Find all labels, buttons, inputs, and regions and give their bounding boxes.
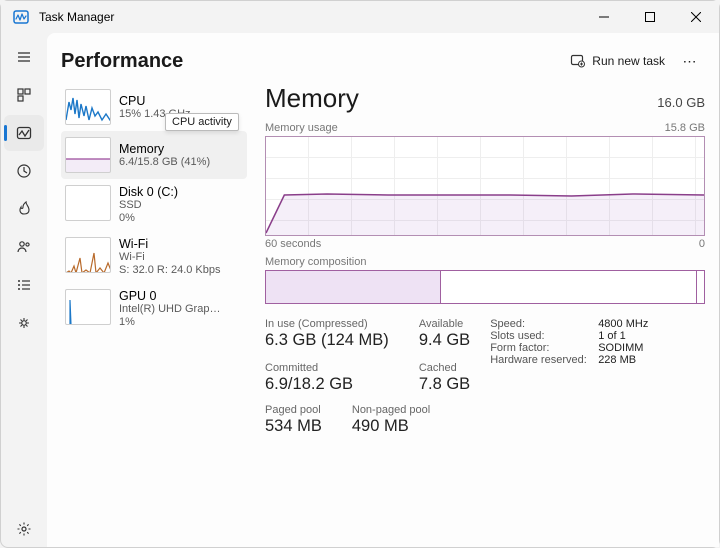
- inuse-label: In use (Compressed): [265, 318, 389, 330]
- committed-label: Committed: [265, 362, 389, 374]
- card-sub2: 0%: [119, 212, 178, 225]
- minimize-button[interactable]: [581, 1, 627, 33]
- spec-k: Speed:: [490, 318, 598, 330]
- card-disk[interactable]: Disk 0 (C:) SSD 0%: [61, 179, 247, 231]
- run-new-task-icon: [570, 53, 586, 69]
- nav-users[interactable]: [4, 229, 44, 265]
- axis-left: 60 seconds: [265, 238, 321, 250]
- axis-right: 0: [699, 238, 705, 250]
- page-title: Performance: [61, 50, 183, 73]
- committed-value: 6.9/18.2 GB: [265, 375, 389, 394]
- card-gpu[interactable]: GPU 0 Intel(R) UHD Grap… 1%: [61, 283, 247, 335]
- cpu-thumb: [65, 89, 111, 125]
- nonpaged-label: Non-paged pool: [352, 404, 430, 416]
- memory-composition-bar: [265, 270, 705, 304]
- app-icon: [13, 9, 29, 25]
- nav-processes[interactable]: [4, 77, 44, 113]
- inuse-value: 6.3 GB (124 MB): [265, 331, 389, 350]
- card-sub: 6.4/15.8 GB (41%): [119, 156, 210, 169]
- card-cpu[interactable]: CPU 15% 1.43 GHz CPU activity: [61, 83, 247, 131]
- spec-k: Form factor:: [490, 342, 598, 354]
- comp-reserved: [696, 271, 704, 303]
- card-title: Disk 0 (C:): [119, 185, 178, 199]
- card-wifi[interactable]: Wi-Fi Wi-Fi S: 32.0 R: 24.0 Kbps: [61, 231, 247, 283]
- card-sub: SSD: [119, 199, 178, 212]
- spec-v: 4800 MHz: [598, 318, 648, 330]
- comp-in-use: [266, 271, 441, 303]
- nav-services[interactable]: [4, 305, 44, 341]
- spec-v: 1 of 1: [598, 330, 626, 342]
- page-header: Performance Run new task ⋯: [61, 49, 705, 73]
- gpu-thumb: [65, 289, 111, 325]
- card-title: Wi-Fi: [119, 237, 221, 251]
- usage-max: 15.8 GB: [665, 122, 705, 134]
- spec-v: SODIMM: [598, 342, 643, 354]
- spec-v: 228 MB: [598, 354, 636, 366]
- hamburger-icon[interactable]: [4, 39, 44, 75]
- run-new-task-button[interactable]: Run new task: [564, 49, 671, 73]
- card-sub2: S: 32.0 R: 24.0 Kbps: [119, 264, 221, 277]
- card-sub: Intel(R) UHD Grap…: [119, 303, 220, 316]
- nav-startup[interactable]: [4, 191, 44, 227]
- maximize-button[interactable]: [627, 1, 673, 33]
- run-new-task-label: Run new task: [592, 54, 665, 68]
- memory-total: 16.0 GB: [657, 95, 705, 110]
- usage-label: Memory usage: [265, 122, 338, 134]
- memory-usage-chart: [265, 136, 705, 236]
- nav-rail: [1, 33, 47, 547]
- paged-label: Paged pool: [265, 404, 322, 416]
- more-button[interactable]: ⋯: [675, 53, 705, 70]
- nav-details[interactable]: [4, 267, 44, 303]
- nav-app-history[interactable]: [4, 153, 44, 189]
- memory-detail: Memory 16.0 GB Memory usage 15.8 GB: [257, 83, 705, 537]
- card-title: GPU 0: [119, 289, 220, 303]
- card-title: CPU: [119, 94, 191, 108]
- content-area: Performance Run new task ⋯: [47, 33, 719, 547]
- memory-specs: Speed:4800 MHz Slots used:1 of 1 Form fa…: [490, 318, 648, 394]
- nav-performance[interactable]: [4, 115, 44, 151]
- detail-title: Memory: [265, 83, 359, 114]
- cached-value: 7.8 GB: [419, 375, 470, 394]
- nav-settings[interactable]: [4, 511, 44, 547]
- wifi-thumb: [65, 237, 111, 273]
- resource-list: CPU 15% 1.43 GHz CPU activity Memory: [61, 83, 247, 537]
- paged-value: 534 MB: [265, 417, 322, 436]
- close-button[interactable]: [673, 1, 719, 33]
- card-memory[interactable]: Memory 6.4/15.8 GB (41%): [61, 131, 247, 179]
- cpu-tooltip: CPU activity: [165, 113, 239, 131]
- available-label: Available: [419, 318, 470, 330]
- window-title: Task Manager: [39, 10, 114, 24]
- nonpaged-value: 490 MB: [352, 417, 430, 436]
- cached-label: Cached: [419, 362, 470, 374]
- card-title: Memory: [119, 142, 210, 156]
- spec-k: Slots used:: [490, 330, 598, 342]
- disk-thumb: [65, 185, 111, 221]
- card-sub: Wi-Fi: [119, 251, 221, 264]
- title-bar: Task Manager: [1, 1, 719, 33]
- memory-thumb: [65, 137, 111, 173]
- composition-label: Memory composition: [265, 256, 705, 268]
- comp-available: [441, 271, 696, 303]
- card-sub2: 1%: [119, 316, 220, 329]
- available-value: 9.4 GB: [419, 331, 470, 350]
- spec-k: Hardware reserved:: [490, 354, 598, 366]
